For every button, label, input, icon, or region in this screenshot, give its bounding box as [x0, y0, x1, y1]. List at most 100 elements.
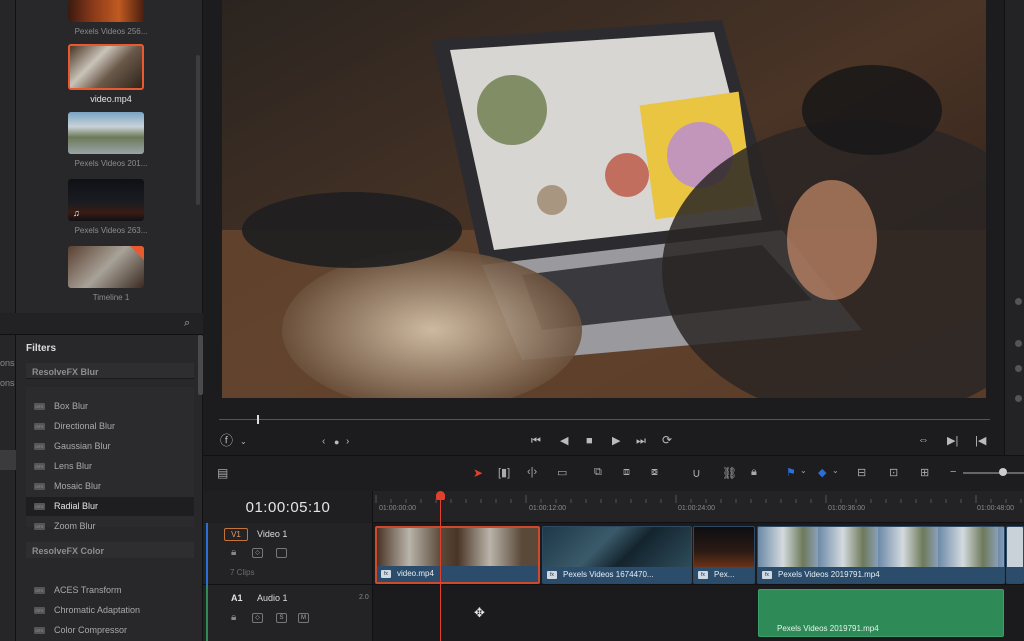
effect-item[interactable]: OFX Lens Blur [26, 457, 194, 476]
zoom-full-icon[interactable]: ⊟ [857, 466, 866, 479]
mute-button[interactable]: M [298, 613, 309, 623]
effect-icon: OFX [34, 463, 45, 470]
track-header-video-1: V1 Video 1 🔒︎ ◇ 7 Clips [203, 523, 373, 585]
loop-icon[interactable]: ⟳ [662, 434, 672, 446]
zoom-slider[interactable] [963, 472, 1024, 474]
effect-icon: OFX [34, 403, 45, 410]
effect-label: Zoom Blur [54, 521, 96, 531]
viewer-scrubber[interactable] [219, 419, 990, 420]
next-clip-icon[interactable]: › [346, 436, 349, 448]
scrubber-head[interactable] [257, 415, 259, 424]
effects-fx-icon[interactable]: ⓕ [220, 434, 233, 447]
search-icon[interactable]: ⌕ [184, 317, 190, 330]
playhead-handle[interactable] [436, 491, 445, 500]
go-to-start-icon[interactable]: ⏮ [531, 435, 541, 447]
lock-icon[interactable]: 🔒︎ [231, 547, 236, 558]
media-thumbnail-selected[interactable] [68, 44, 144, 90]
overwrite-clip-icon[interactable]: ⧈ [623, 466, 630, 479]
flag-icon[interactable]: ⚑ [786, 466, 796, 479]
effect-item[interactable]: OFX Directional Blur [26, 417, 194, 436]
effect-label: Gaussian Blur [54, 441, 111, 451]
effect-item[interactable]: OFX Zoom Blur [26, 517, 194, 536]
effect-item[interactable]: OFX Radial Blur [26, 497, 194, 516]
effect-item[interactable]: OFX Color Compressor [26, 621, 194, 640]
replace-clip-icon[interactable]: ⧇ [651, 466, 658, 479]
selection-tool-icon[interactable]: ➤ [473, 466, 483, 480]
blade-tool-icon[interactable]: ▭ [557, 466, 567, 479]
timeline-view-options-icon[interactable]: ▤ [217, 466, 228, 480]
timeline-clip[interactable]: fx video.mp4 [375, 526, 540, 584]
track-id-badge[interactable]: A1 [231, 593, 243, 603]
chevron-down-icon[interactable]: ⌄ [800, 466, 807, 475]
play-reverse-icon[interactable]: ◀ [560, 435, 568, 447]
zoom-slider-knob[interactable] [999, 468, 1007, 476]
clip-dot-icon[interactable]: ● [334, 436, 339, 448]
timeline-clip[interactable] [1006, 526, 1024, 584]
track-name[interactable]: Audio 1 [257, 593, 288, 603]
effects-search-bar: ⌕ [0, 313, 203, 335]
strip-selection[interactable] [0, 450, 16, 470]
dynamic-trim-icon[interactable]: ‹|› [527, 466, 537, 478]
media-pool-scrollbar[interactable] [196, 55, 200, 205]
play-icon[interactable]: ▶ [612, 435, 620, 447]
track-header-audio-1: A1 Audio 1 2.0 🔒︎ ◇ S M [203, 585, 373, 641]
media-thumbnail[interactable] [68, 0, 144, 22]
effect-item[interactable]: OFX Gaussian Blur [26, 437, 194, 456]
panel-dot [1015, 298, 1022, 305]
media-thumbnail[interactable]: ♫ [68, 179, 144, 221]
effect-label: Lens Blur [54, 461, 93, 471]
effect-label: ACES Transform [54, 585, 122, 595]
effect-label: Chromatic Adaptation [54, 605, 141, 615]
audio-clip[interactable]: Pexels Videos 2019791.mp4 [758, 589, 1004, 637]
insert-clip-icon[interactable]: ⧉ [594, 466, 602, 479]
fx-badge-icon: fx [698, 571, 708, 579]
prev-edit-icon[interactable]: |◀ [975, 435, 986, 447]
stop-icon[interactable]: ■ [586, 435, 593, 447]
effect-item[interactable]: OFX Chromatic Adaptation [26, 601, 194, 620]
timeline-ruler[interactable]: 01:00:00:00 01:00:12:00 01:00:24:00 01:0… [373, 491, 1024, 523]
track-name[interactable]: Video 1 [257, 529, 287, 539]
link-icon[interactable]: ⛓ [722, 466, 737, 480]
marker-icon[interactable]: ◆ [818, 466, 826, 479]
media-item-label: video.mp4 [90, 94, 132, 104]
audio-clip-label: Pexels Videos 2019791.mp4 [777, 624, 879, 633]
clip-label: Pexels Videos 1674470... [563, 570, 654, 579]
media-pool: Pexels Videos 256... video.mp4 Pexels Vi… [16, 0, 203, 313]
lock-icon[interactable]: 🔒︎ [231, 612, 236, 623]
auto-select-icon[interactable]: ◇ [252, 613, 263, 623]
lock-icon[interactable]: 🔒︎ [751, 466, 757, 479]
timeline-clip[interactable]: fx Pex... [693, 526, 755, 584]
track-visibility-icon[interactable] [276, 548, 287, 558]
match-frame-icon[interactable]: ⇔ [918, 434, 929, 446]
snapping-icon[interactable]: ∪ [692, 466, 701, 480]
solo-button[interactable]: S [276, 613, 287, 623]
track-id-badge[interactable]: V1 [224, 528, 248, 541]
chevron-down-icon[interactable]: ⌄ [832, 466, 839, 475]
timeline-corner-icon [130, 246, 144, 260]
zoom-detail-icon[interactable]: ⊡ [889, 466, 898, 479]
effect-item[interactable]: OFX Box Blur [26, 397, 194, 416]
trim-tool-icon[interactable]: [▮] [498, 466, 510, 479]
effect-icon: OFX [34, 503, 45, 510]
effect-icon: OFX [34, 423, 45, 430]
chevron-down-icon[interactable]: ⌄ [240, 436, 247, 448]
current-timecode[interactable]: 01:00:05:10 [203, 499, 373, 516]
prev-clip-icon[interactable]: ‹ [322, 436, 325, 448]
media-thumbnail[interactable] [68, 112, 144, 154]
playhead[interactable] [440, 497, 441, 641]
auto-select-icon[interactable]: ◇ [252, 548, 263, 558]
track-clips-count: 7 Clips [230, 568, 255, 577]
effect-item[interactable]: OFX Mosaic Blur [26, 477, 194, 496]
timeline-clip[interactable]: fx Pexels Videos 2019791.mp4 [757, 526, 1005, 584]
effect-item[interactable]: OFX ACES Transform [26, 581, 194, 600]
timeline-thumbnail[interactable] [68, 246, 144, 288]
zoom-custom-icon[interactable]: ⊞ [920, 466, 929, 479]
timeline-clip[interactable]: fx Pexels Videos 1674470... [542, 526, 692, 584]
timecode-header: 01:00:05:10 [203, 491, 373, 523]
go-to-end-icon[interactable]: ⏭ [636, 435, 646, 447]
ruler-label: 01:00:12:00 [529, 505, 566, 512]
video-frame-image [222, 0, 986, 398]
effect-label: Color Compressor [54, 625, 128, 635]
zoom-out-icon[interactable]: − [950, 466, 956, 478]
next-edit-icon[interactable]: ▶| [947, 435, 958, 447]
